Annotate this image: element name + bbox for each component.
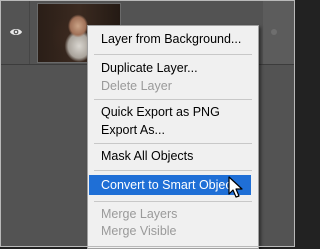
- menu-item-label: Quick Export as PNG: [101, 105, 220, 119]
- menu-item-delete-layer: Delete Layer: [88, 77, 258, 95]
- layer-name-area[interactable]: [263, 1, 294, 64]
- menu-separator: [94, 201, 252, 202]
- menu-item-merge-layers: Merge Layers: [88, 205, 258, 223]
- menu-separator: [94, 54, 252, 55]
- menu-item-label: Mask All Objects: [101, 149, 194, 163]
- menu-separator: [94, 170, 252, 171]
- layer-context-menu: Layer from Background... Duplicate Layer…: [87, 25, 259, 249]
- menu-item-duplicate-layer[interactable]: Duplicate Layer...: [88, 59, 258, 77]
- layer-indicator-icon: [271, 29, 277, 35]
- menu-item-label: Export As...: [101, 123, 165, 137]
- menu-item-label: Layer from Background...: [101, 32, 242, 46]
- menu-item-export-as[interactable]: Export As...: [88, 121, 258, 139]
- menu-separator: [94, 99, 252, 100]
- menu-item-quick-export-png[interactable]: Quick Export as PNG: [88, 103, 258, 121]
- menu-item-label: Merge Layers: [101, 207, 178, 221]
- menu-item-label: Duplicate Layer...: [101, 61, 198, 75]
- mouse-pointer-icon: [228, 176, 243, 198]
- visibility-toggle[interactable]: [1, 1, 30, 64]
- menu-item-label: Convert to Smart Object: [101, 178, 236, 192]
- menu-separator: [94, 143, 252, 144]
- menu-item-merge-visible: Merge Visible: [88, 222, 258, 240]
- menu-item-layer-from-background[interactable]: Layer from Background...: [88, 30, 258, 48]
- menu-item-label: Delete Layer: [101, 79, 172, 93]
- menu-item-convert-to-smart-object[interactable]: Convert to Smart Object: [89, 175, 251, 195]
- menu-item-mask-all-objects[interactable]: Mask All Objects: [88, 147, 258, 165]
- menu-item-label: Merge Visible: [101, 224, 177, 238]
- eye-icon[interactable]: [9, 26, 23, 38]
